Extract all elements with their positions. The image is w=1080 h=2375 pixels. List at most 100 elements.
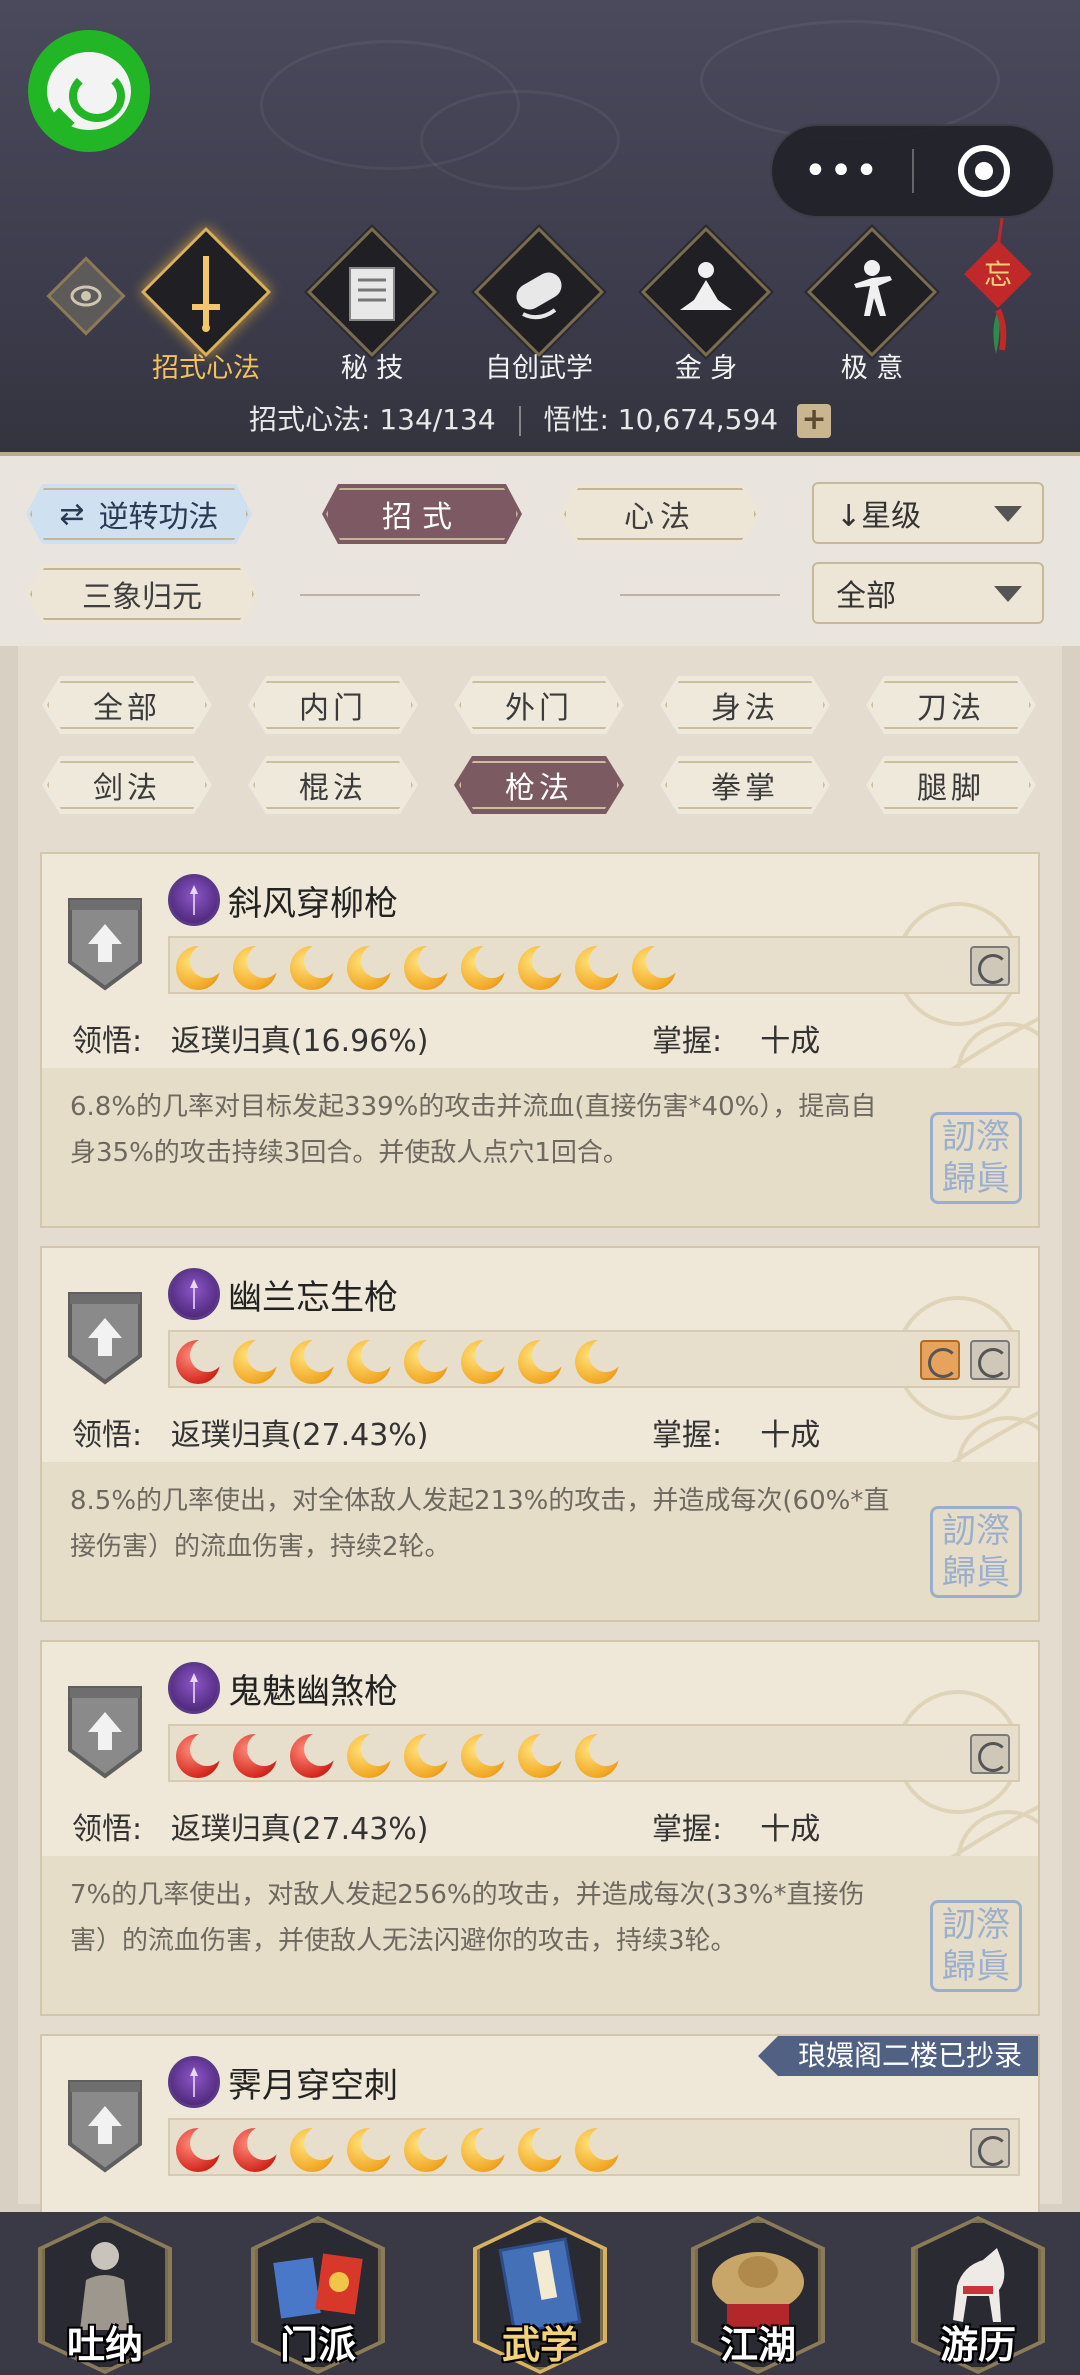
skill-description: 6.8%的几率对目标发起339%的攻击并流血(直接伤害*40%），提高自身35%… — [42, 1068, 1038, 1226]
seal-stamp: 訒漈歸眞 — [930, 1506, 1022, 1598]
filter-fist[interactable]: 拳掌 — [660, 756, 830, 814]
bleed-effect-icon[interactable] — [970, 2128, 1010, 2168]
more-icon[interactable]: ••• — [772, 151, 912, 191]
moon-star-icon — [233, 944, 281, 990]
moon-star-icon — [290, 1338, 338, 1384]
nav-sect[interactable]: 门派 — [243, 2212, 393, 2375]
nav-martial-arts[interactable]: 武学 — [465, 2212, 615, 2375]
filter-blade[interactable]: 刀法 — [866, 676, 1036, 734]
tab-ultimate-icon[interactable] — [806, 226, 938, 358]
filter-all[interactable]: 全部 — [42, 676, 212, 734]
moon-star-icon — [575, 1732, 623, 1778]
comprehension-row: 领悟: 返璞归真(27.43%) — [72, 1418, 429, 1453]
mastery-row: 掌握: 十成 — [652, 1418, 821, 1453]
miniprogram-capsule: ••• — [770, 124, 1055, 218]
moon-star-icon — [404, 1338, 452, 1384]
moon-star-icon — [404, 2126, 452, 2172]
filter-movement[interactable]: 身法 — [660, 676, 830, 734]
moon-star-icon — [518, 2126, 566, 2172]
spear-skill-icon — [168, 1662, 220, 1714]
skill-card[interactable]: 鬼魅幽煞枪 领悟: 返璞归真(27.43%) 掌握: 十成 7%的几率使出，对敌… — [40, 1640, 1040, 2016]
tab-label-ultimate[interactable]: 极 意 — [787, 346, 957, 385]
star-rating — [168, 936, 1020, 994]
divider-ornament — [300, 594, 420, 596]
tab-mind[interactable]: 心法 — [560, 484, 760, 544]
tab-label-golden-body[interactable]: 金 身 — [621, 346, 791, 385]
bleed-effect-icon[interactable] — [970, 1734, 1010, 1774]
moon-star-icon — [575, 1338, 623, 1384]
sort-select[interactable]: ↓星级 — [812, 482, 1044, 544]
meditation-icon — [680, 262, 732, 310]
sanxiang-button[interactable]: 三象归元 — [26, 564, 258, 624]
moon-star-icon — [575, 944, 623, 990]
moon-star-icon — [404, 944, 452, 990]
insight-label: 悟性: — [543, 403, 609, 436]
moon-star-icon — [461, 1732, 509, 1778]
add-insight-button[interactable]: + — [797, 404, 832, 438]
chat-icon[interactable] — [28, 30, 150, 152]
moon-star-icon — [518, 944, 566, 990]
moon-star-icon — [518, 1732, 566, 1778]
filter-outer[interactable]: 外门 — [454, 676, 624, 734]
cloud-decoration — [700, 20, 1000, 140]
insight-value: 10,674,594 — [617, 403, 779, 436]
skill-card[interactable]: 琅嬛阁二楼已抄录 霁月穿空刺 — [40, 2034, 1040, 2216]
filter-sword[interactable]: 剑法 — [42, 756, 212, 814]
martial-pose-icon — [854, 260, 892, 316]
tab-label-secret[interactable]: 秘 技 — [287, 346, 457, 385]
skill-card[interactable]: 斜风穿柳枪 领悟: 返璞归真(16.96%) 掌握: 十成 6.8%的几率对目标… — [40, 852, 1040, 1228]
nav-breathing[interactable]: 吐纳 — [30, 2212, 180, 2375]
bleed-effect-icon[interactable] — [970, 1340, 1010, 1380]
tab-label-moves[interactable]: 招式心法 — [121, 346, 291, 385]
sword-icon — [192, 256, 220, 332]
book-icon — [349, 267, 395, 321]
tab-secret-icon[interactable] — [306, 226, 438, 358]
tab-label-custom[interactable]: 自创武学 — [454, 346, 624, 385]
seal-stamp: 訒漈歸眞 — [930, 1112, 1022, 1204]
swap-icon: ⇄ — [59, 496, 85, 532]
category-select[interactable]: 全部 — [812, 562, 1044, 624]
skill-name: 鬼魅幽煞枪 — [228, 1672, 398, 1712]
skill-card[interactable]: 幽兰忘生枪 领悟: 返璞归真(27.43%) 掌握: 十成 8.5%的几率使出，… — [40, 1246, 1040, 1622]
tab-moves-icon[interactable] — [140, 226, 272, 358]
filter-staff[interactable]: 棍法 — [248, 756, 418, 814]
comprehension-row: 领悟: 返璞归真(16.96%) — [72, 1024, 429, 1059]
filter-spear[interactable]: 枪法 — [454, 756, 624, 814]
upgrade-shield-icon[interactable] — [64, 892, 146, 992]
pressure-point-effect-icon[interactable] — [920, 1340, 960, 1380]
svg-text:忘: 忘 — [984, 258, 1012, 291]
close-target-icon[interactable] — [914, 145, 1053, 197]
top-header: ••• 招式心法 秘 技 自创武学 金 身 极 意 忘 招式心法: 134/13… — [0, 0, 1080, 452]
filter-inner[interactable]: 内门 — [248, 676, 418, 734]
moon-star-icon — [176, 1338, 224, 1384]
tab-custom-icon[interactable] — [473, 226, 605, 358]
chinese-knot-icon[interactable]: 忘 — [962, 218, 1034, 358]
skills-count-label: 招式心法: — [248, 403, 371, 436]
filter-kick[interactable]: 腿脚 — [866, 756, 1036, 814]
skill-name: 斜风穿柳枪 — [228, 884, 398, 924]
moon-star-icon — [233, 1338, 281, 1384]
nav-jianghu[interactable]: 江湖 — [683, 2212, 833, 2375]
moon-star-icon — [290, 2126, 338, 2172]
nav-travel[interactable]: 游历 — [903, 2212, 1053, 2375]
moon-star-icon — [461, 2126, 509, 2172]
cloud-decoration — [420, 90, 620, 190]
skill-panel: ⇄ 逆转功法 招式 心法 ↓星级 三象归元 全部 全部 内门 外门 身法 刀法 … — [0, 452, 1080, 2216]
chevron-down-icon — [994, 506, 1022, 522]
upgrade-shield-icon[interactable] — [64, 2074, 146, 2174]
star-rating — [168, 1330, 1020, 1388]
skill-description: 8.5%的几率使出，对全体敌人发起213%的攻击，并造成每次(60%*直接伤害）… — [42, 1462, 1038, 1620]
reverse-skill-button[interactable]: ⇄ 逆转功法 — [26, 484, 252, 544]
tab-moves[interactable]: 招式 — [322, 484, 522, 544]
moon-star-icon — [176, 944, 224, 990]
moon-star-icon — [347, 944, 395, 990]
bleed-effect-icon[interactable] — [970, 946, 1010, 986]
moon-star-icon — [575, 2126, 623, 2172]
copied-tag: 琅嬛阁二楼已抄录 — [757, 2036, 1038, 2076]
moon-star-icon — [290, 944, 338, 990]
upgrade-shield-icon[interactable] — [64, 1286, 146, 1386]
comprehension-row: 领悟: 返璞归真(27.43%) — [72, 1812, 429, 1847]
skill-name: 霁月穿空刺 — [228, 2066, 398, 2106]
upgrade-shield-icon[interactable] — [64, 1680, 146, 1780]
tab-golden-body-icon[interactable] — [640, 226, 772, 358]
